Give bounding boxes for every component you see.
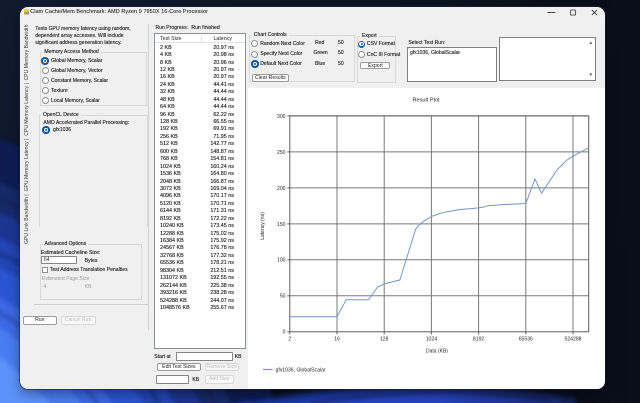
svg-text:128: 128 — [380, 337, 389, 343]
svg-text:300: 300 — [277, 114, 286, 120]
svg-text:200: 200 — [277, 186, 286, 192]
svg-text:gfx1036, GlobalScalar: gfx1036, GlobalScalar — [276, 368, 326, 374]
svg-text:8192: 8192 — [473, 337, 484, 343]
svg-text:50: 50 — [280, 294, 286, 300]
svg-text:100: 100 — [277, 258, 286, 264]
svg-text:1024: 1024 — [426, 337, 437, 343]
svg-text:16: 16 — [334, 337, 340, 343]
svg-text:2: 2 — [288, 337, 291, 343]
svg-text:65536: 65536 — [519, 337, 533, 343]
svg-text:250: 250 — [277, 150, 286, 156]
svg-text:0: 0 — [283, 330, 286, 336]
svg-text:Data (KB): Data (KB) — [426, 349, 448, 355]
svg-text:150: 150 — [277, 222, 286, 228]
svg-text:524288: 524288 — [565, 337, 582, 343]
svg-text:Latency (ns): Latency (ns) — [260, 212, 266, 240]
svg-text:Result Plot: Result Plot — [412, 98, 439, 104]
